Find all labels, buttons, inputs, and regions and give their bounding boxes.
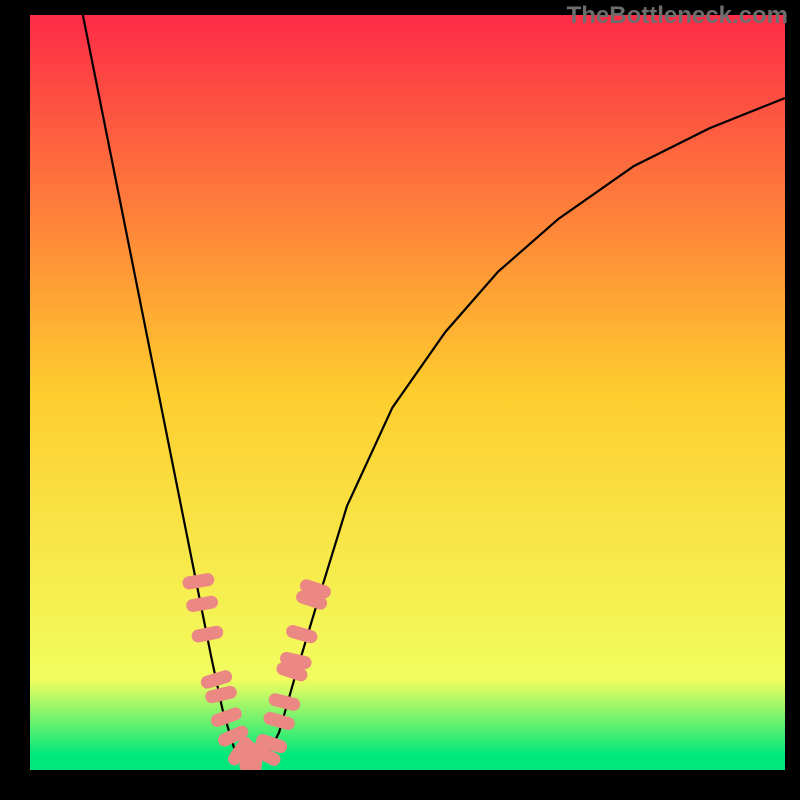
- watermark-text: TheBottleneck.com: [567, 2, 788, 30]
- chart-container: [30, 15, 785, 785]
- plot-background: [30, 15, 785, 770]
- chart-svg: [30, 15, 785, 770]
